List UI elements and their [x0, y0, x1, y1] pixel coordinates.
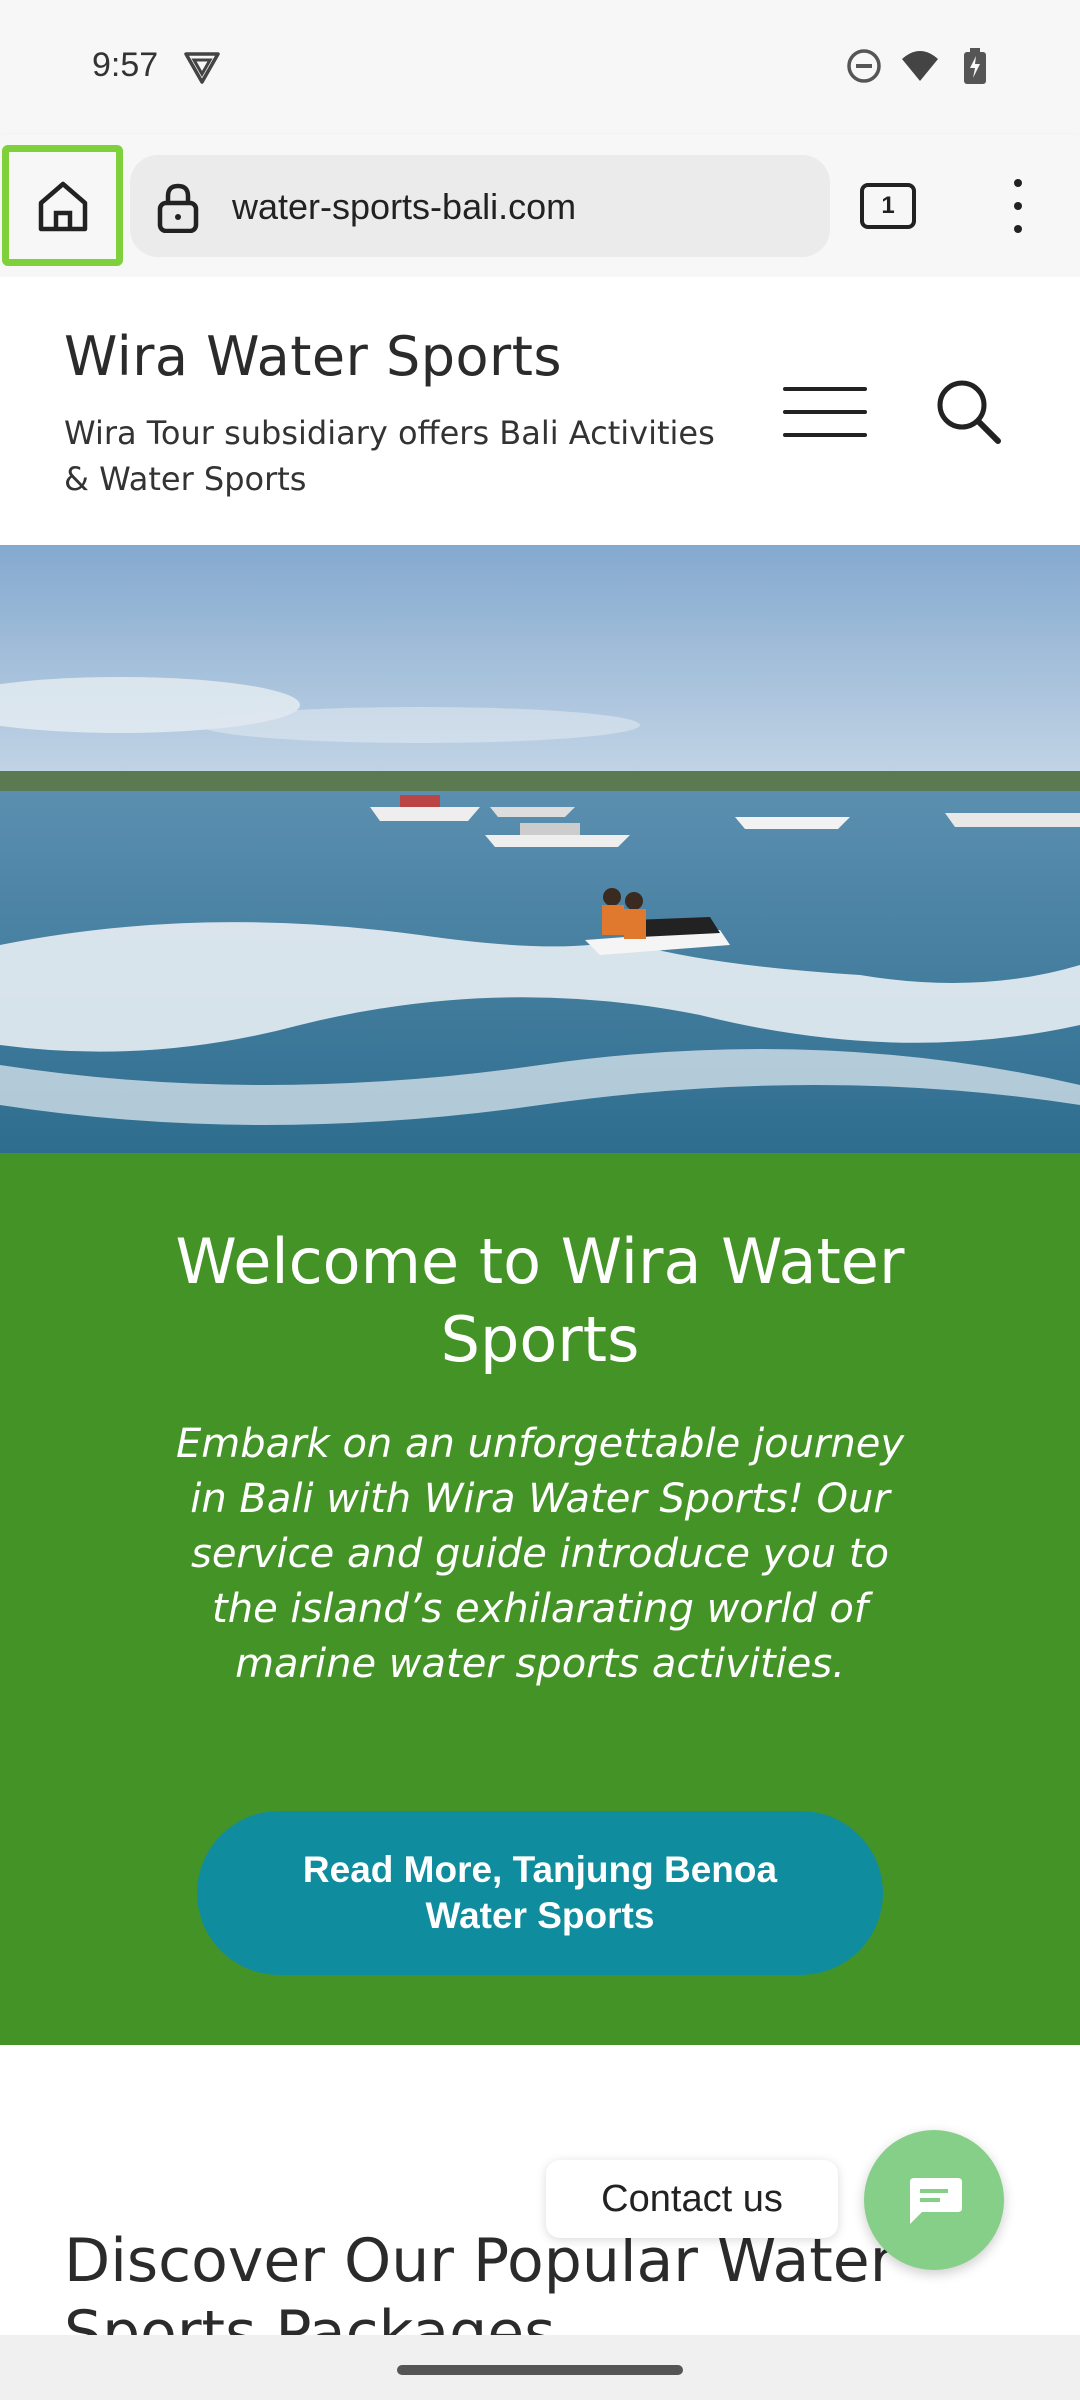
status-bar: 9:57 [0, 0, 1080, 135]
menu-line [783, 433, 867, 437]
lock-icon [157, 183, 199, 233]
read-more-button[interactable]: Read More, Tanjung Benoa Water Sports [197, 1811, 883, 1975]
chat-icon [910, 2178, 962, 2224]
welcome-section: Welcome to Wira Water Sports Embark on a… [0, 1153, 1080, 2045]
menu-line [783, 410, 867, 414]
gesture-handle[interactable] [397, 2365, 683, 2375]
status-time: 9:57 [92, 46, 159, 84]
tab-switcher-button[interactable]: 1 [860, 183, 916, 229]
contact-us-text: Contact us [601, 2177, 783, 2220]
home-button[interactable] [2, 145, 123, 266]
tab-count: 1 [881, 192, 895, 219]
status-icons [846, 46, 992, 86]
battery-charging-icon [964, 48, 986, 84]
welcome-title: Welcome to Wira Water Sports [175, 1225, 905, 1376]
do-not-disturb-icon [847, 49, 881, 83]
more-options-button[interactable] [1000, 179, 1036, 233]
jet-ski-photo [0, 545, 1080, 1153]
dot-icon [1014, 225, 1022, 233]
contact-chat-button[interactable] [864, 2130, 1004, 2270]
dot-icon [1014, 179, 1022, 187]
contact-us-label[interactable]: Contact us [546, 2160, 838, 2238]
dot-icon [1014, 202, 1022, 210]
read-more-label: Read More, Tanjung Benoa Water Sports [302, 1849, 778, 1936]
home-icon [38, 181, 87, 231]
hero-image [0, 545, 1080, 1153]
discover-title: Discover Our Popular Water Sports Packag… [64, 2226, 895, 2335]
url-text: water-sports-bali.com [232, 186, 577, 227]
site-tagline: Wira Tour subsidiary offers Bali Activit… [64, 414, 715, 498]
vpn-shield-icon [184, 52, 220, 84]
wifi-icon [902, 51, 938, 81]
system-nav-bar [0, 2335, 1080, 2400]
site-header: Wira Water Sports Wira Tour subsidiary o… [0, 277, 1080, 545]
browser-toolbar: water-sports-bali.com 1 [0, 135, 1080, 277]
menu-line [783, 387, 867, 391]
search-icon[interactable] [934, 377, 1004, 447]
hamburger-menu-button[interactable] [783, 387, 867, 437]
address-bar[interactable]: water-sports-bali.com [130, 155, 830, 257]
welcome-text: Embark on an unforgettable journey in Ba… [175, 1421, 904, 1687]
site-title[interactable]: Wira Water Sports [64, 325, 562, 388]
